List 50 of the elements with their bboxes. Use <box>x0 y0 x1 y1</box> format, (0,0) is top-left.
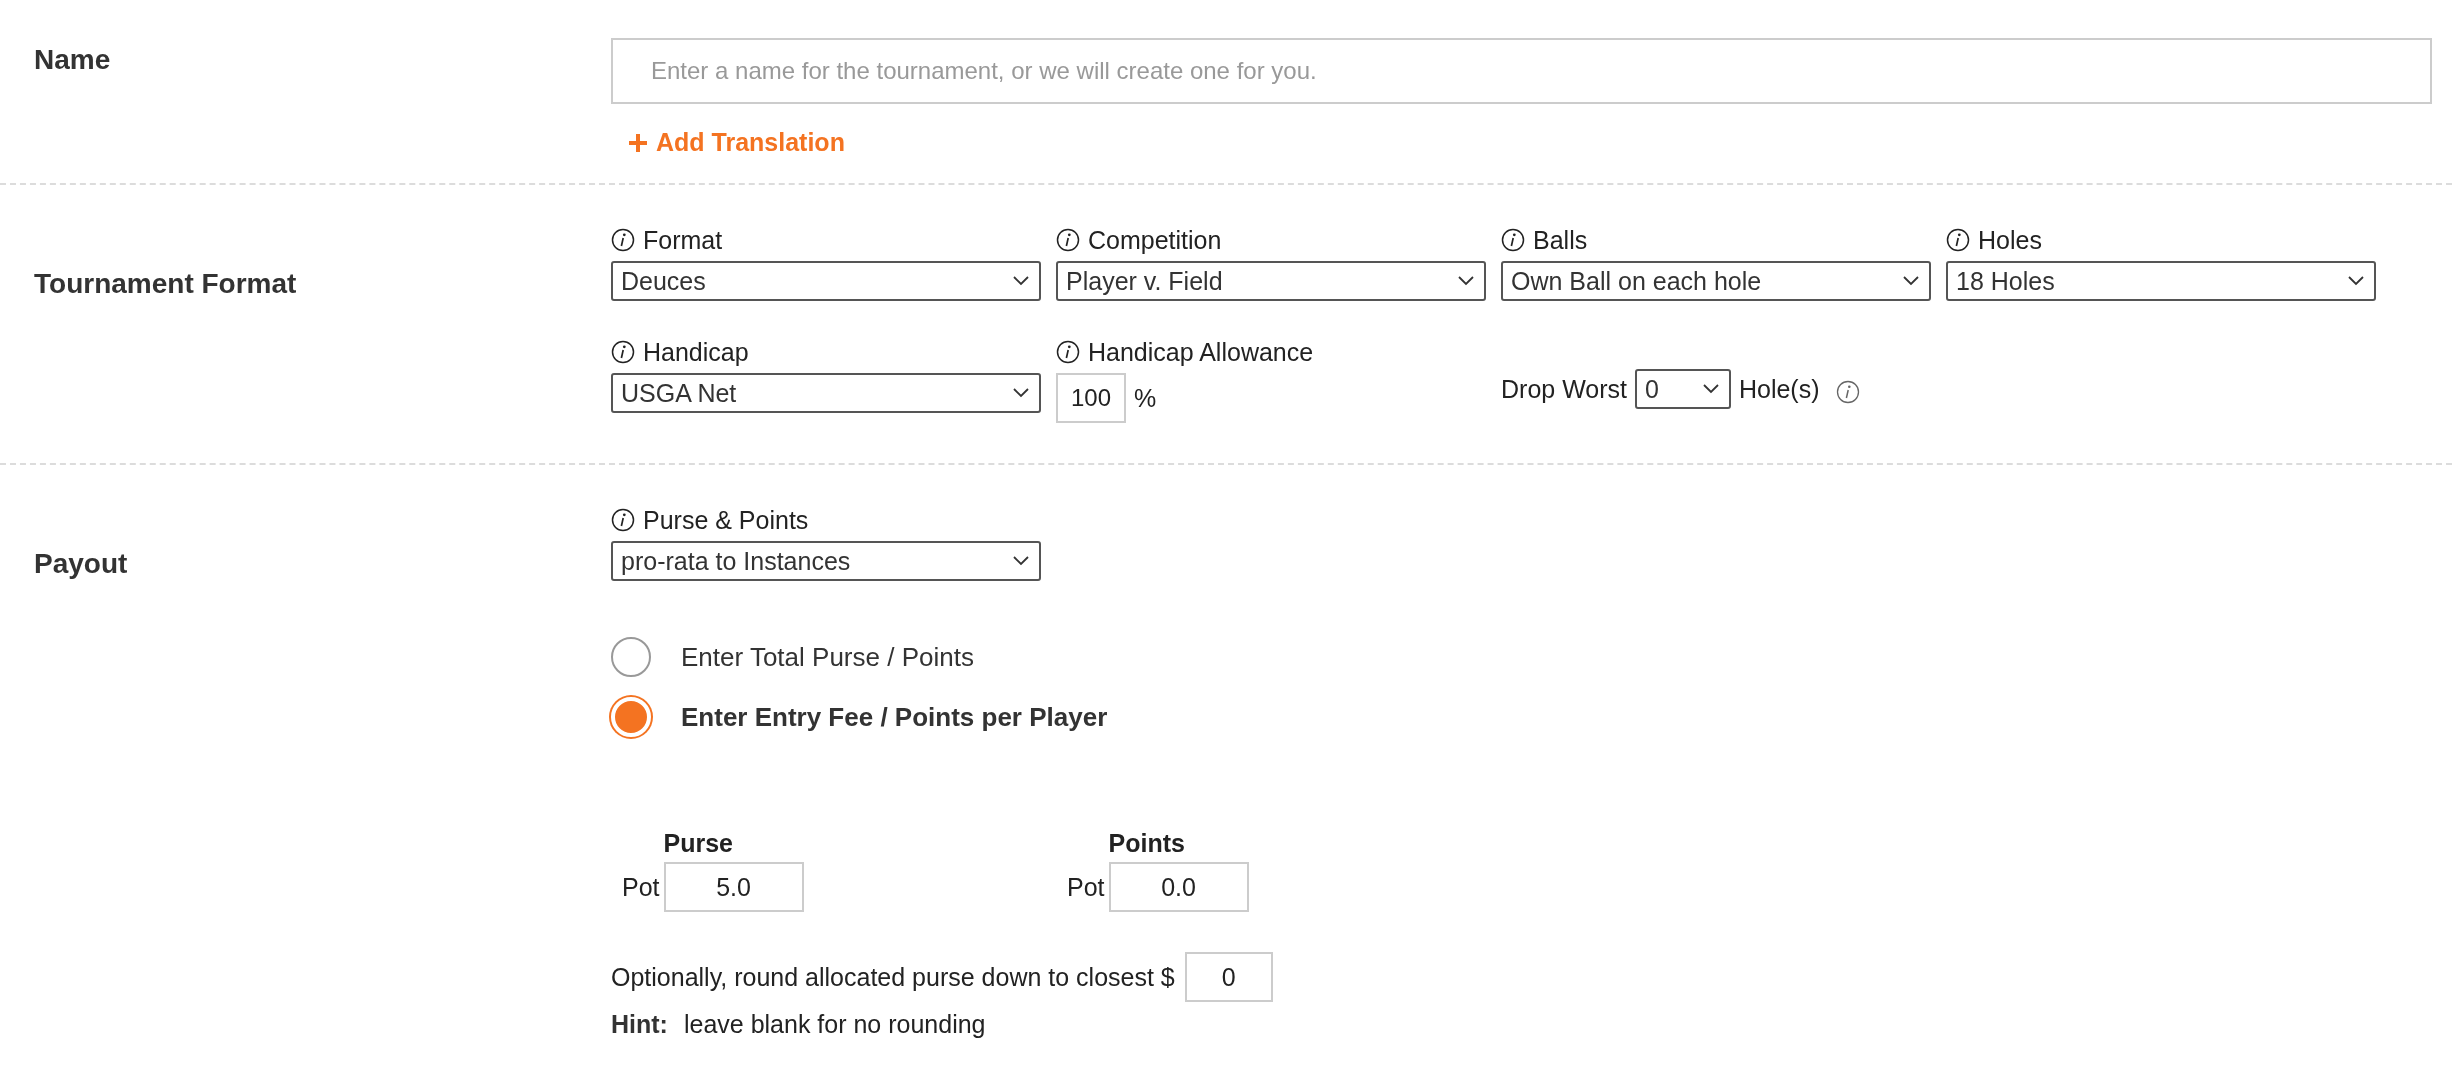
chevron-icon <box>2348 276 2364 286</box>
column-heading: Points <box>1108 829 1186 858</box>
field-label: Balls <box>1533 225 1588 255</box>
plus-icon <box>628 132 648 153</box>
info-icon[interactable] <box>1501 228 1525 252</box>
info-icon[interactable] <box>1056 340 1080 364</box>
hint-text: leave blank for no rounding <box>683 1010 986 1039</box>
pot-label: Pot <box>1067 872 1105 902</box>
column-heading: Purse <box>663 829 734 858</box>
pot-label: Pot <box>622 872 660 902</box>
info-icon[interactable] <box>1056 228 1080 252</box>
info-icon[interactable] <box>611 340 635 364</box>
dropdown[interactable]: USGA Net <box>611 373 1041 413</box>
info-icon[interactable] <box>1946 228 1970 252</box>
field-label: Handicap Allowance <box>1088 337 1314 367</box>
field-label: Format <box>643 225 723 255</box>
allowance-field[interactable]: 100 <box>1056 373 1126 423</box>
info-icon[interactable] <box>611 228 635 252</box>
name-field[interactable]: Enter a name for the tournament, or we will create one for you. <box>611 38 2432 104</box>
field-label: Purse & Points <box>643 505 809 535</box>
radio-label[interactable]: Enter Total Purse / Points <box>681 641 974 673</box>
pot-field[interactable]: 5.0 <box>663 862 804 912</box>
radio-label[interactable]: Enter Entry Fee / Points per Player <box>681 701 1108 733</box>
rounding-field[interactable]: 0 <box>1184 952 1273 1002</box>
holes-label: Hole(s) <box>1738 374 1820 404</box>
dropdown[interactable]: Own Ball on each hole <box>1501 261 1931 301</box>
rounding-label: Optionally, round allocated purse down to closest $ <box>611 962 1175 992</box>
chevron-icon <box>1702 384 1719 394</box>
dropdown[interactable]: pro-rata to Instances <box>611 541 1041 581</box>
section-label: Payout <box>33 547 129 580</box>
field-label: Handicap <box>643 337 749 367</box>
info-icon[interactable] <box>611 508 635 532</box>
chevron-icon <box>1458 276 1474 286</box>
chevron-icon <box>1903 276 1919 286</box>
dropdown[interactable]: 18 Holes <box>1946 261 2376 301</box>
unit-label: % <box>1134 383 1157 413</box>
dropdown[interactable]: Deuces <box>611 261 1041 301</box>
pot-field[interactable]: 0.0 <box>1108 862 1249 912</box>
hint-label: Hint: <box>611 1010 668 1039</box>
drop-worst-label: Drop Worst <box>1501 374 1627 404</box>
dropdown[interactable]: 0 <box>1634 369 1731 409</box>
field-label: Competition <box>1088 225 1222 255</box>
chevron-icon <box>1013 388 1029 398</box>
section-label: Name <box>33 43 112 76</box>
chevron-icon <box>1013 276 1029 286</box>
dropdown[interactable]: Player v. Field <box>1056 261 1486 301</box>
chevron-icon <box>1013 556 1029 566</box>
section-label: Tournament Format <box>33 267 298 300</box>
radio-button[interactable] <box>611 637 651 677</box>
field-label: Holes <box>1978 225 2042 255</box>
